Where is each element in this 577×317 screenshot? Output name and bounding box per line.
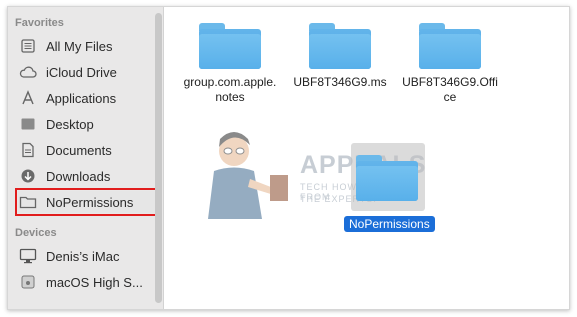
finder-window: Favorites All My Files iCloud Drive Appl… [7, 6, 570, 310]
sidebar-item-label: Applications [46, 90, 117, 106]
folder-icon [419, 23, 481, 69]
favorites-title: Favorites [15, 17, 64, 29]
sidebar-scrollbar[interactable] [155, 13, 162, 303]
applications-icon [18, 89, 38, 107]
sidebar: Favorites All My Files iCloud Drive Appl… [8, 7, 164, 309]
file-name: UBF8T346G9.Offi ce [402, 75, 498, 104]
all-files-icon [18, 37, 38, 55]
file-item[interactable]: UBF8T346G9.Offi ce [395, 23, 505, 105]
sidebar-item-desktop[interactable]: Desktop [18, 113, 156, 135]
document-icon [18, 141, 38, 159]
sidebar-item-label: macOS High S... [46, 274, 143, 290]
sidebar-item-applications[interactable]: Applications [18, 87, 156, 109]
folder-icon [199, 23, 261, 69]
sidebar-item-macos-disk[interactable]: macOS High S... [18, 271, 156, 293]
sidebar-item-downloads[interactable]: Downloads [18, 165, 156, 187]
sidebar-item-label: All My Files [46, 38, 113, 54]
file-browser: group.com.apple. notes UBF8T346G9.ms UBF8… [164, 7, 569, 309]
mascot-icon [208, 132, 288, 219]
sidebar-item-icloud-drive[interactable]: iCloud Drive [18, 61, 156, 83]
file-name: group.com.apple. notes [183, 75, 277, 104]
dragged-folder-icon[interactable] [356, 155, 418, 201]
sidebar-item-label: Documents [46, 142, 112, 158]
sidebar-item-imac[interactable]: Denis’s iMac [18, 245, 156, 267]
file-item[interactable]: group.com.apple. notes [175, 23, 285, 105]
disk-icon [18, 273, 38, 291]
sidebar-item-label: Downloads [46, 168, 111, 184]
sidebar-item-all-my-files[interactable]: All My Files [18, 35, 156, 57]
file-name: UBF8T346G9.ms [293, 75, 387, 89]
sidebar-item-label: Desktop [46, 116, 94, 132]
sidebar-item-label: iCloud Drive [46, 64, 117, 80]
devices-title: Devices [15, 227, 57, 239]
folder-icon [18, 193, 38, 211]
imac-icon [18, 247, 38, 265]
folder-icon [309, 23, 371, 69]
dragged-folder-label[interactable]: NoPermissions [344, 216, 435, 232]
sidebar-item-nopermissions[interactable]: NoPermissions [15, 188, 159, 216]
sidebar-item-label: Denis’s iMac [46, 248, 120, 264]
sidebar-item-documents[interactable]: Documents [18, 139, 156, 161]
download-icon [18, 167, 38, 185]
file-item[interactable]: UBF8T346G9.ms [285, 23, 395, 90]
cloud-icon [18, 63, 38, 81]
desktop-icon [18, 115, 38, 133]
sidebar-item-label: NoPermissions [46, 194, 134, 210]
